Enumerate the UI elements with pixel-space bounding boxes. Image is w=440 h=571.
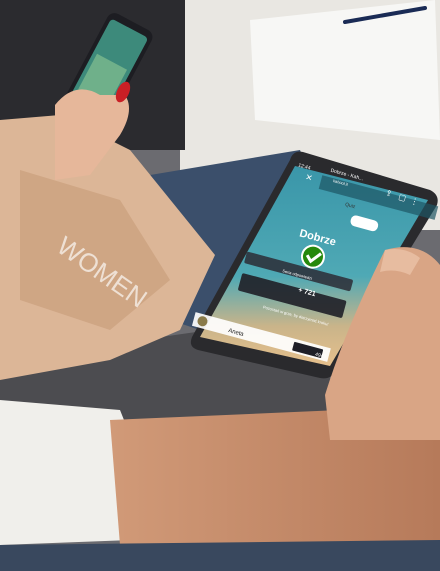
photo-scene: WOMEN × ⇪ ▢ ⋮ 12:44 Dobrze - Kah... kaho…	[0, 0, 440, 571]
photo-background: WOMEN × ⇪ ▢ ⋮	[0, 0, 440, 571]
